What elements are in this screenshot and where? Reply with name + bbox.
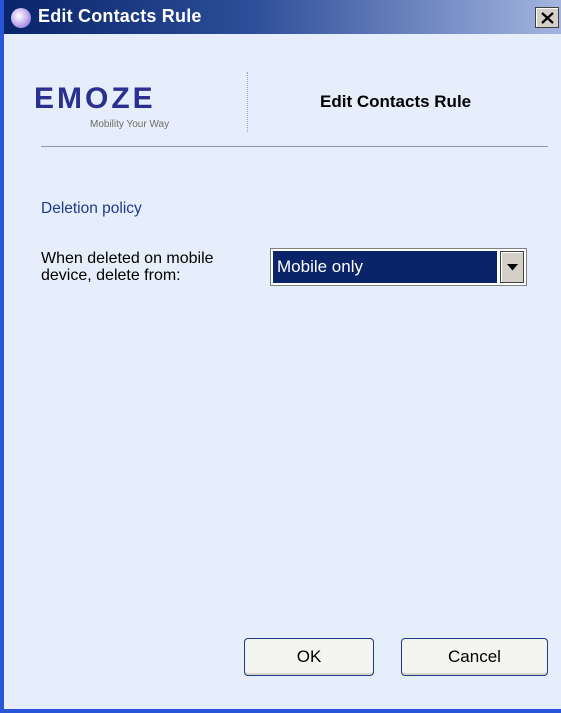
emoze-logo: EMOZE Mobility Your Way — [34, 82, 220, 130]
select-selected-item[interactable]: Mobile only — [273, 251, 497, 283]
section-label: Deletion policy — [41, 200, 142, 217]
app-icon — [11, 8, 31, 28]
cancel-button[interactable]: Cancel — [401, 638, 548, 676]
dropdown-button[interactable] — [500, 251, 524, 283]
logo-wordmark: EMOZE — [34, 82, 156, 115]
close-icon — [541, 12, 554, 24]
ok-button[interactable]: OK — [244, 638, 374, 676]
close-button[interactable] — [535, 7, 559, 28]
select-value: Mobile only — [277, 257, 363, 276]
dialog-content: EMOZE Mobility Your Way Edit Contacts Ru… — [8, 34, 561, 709]
title-bar[interactable]: Edit Contacts Rule — [4, 0, 561, 34]
edit-contacts-rule-dialog: Edit Contacts Rule EMOZE Mobility Your W… — [0, 0, 561, 713]
header-divider — [247, 72, 248, 132]
window-title: Edit Contacts Rule — [38, 6, 202, 26]
header-separator — [41, 146, 548, 147]
deletion-field-label: When deleted on mobile device, delete fr… — [41, 250, 214, 284]
logo-tagline: Mobility Your Way — [90, 119, 170, 130]
deletion-policy-select[interactable]: Mobile only — [270, 248, 527, 286]
page-title: Edit Contacts Rule — [320, 92, 472, 111]
chevron-down-icon — [507, 264, 518, 271]
